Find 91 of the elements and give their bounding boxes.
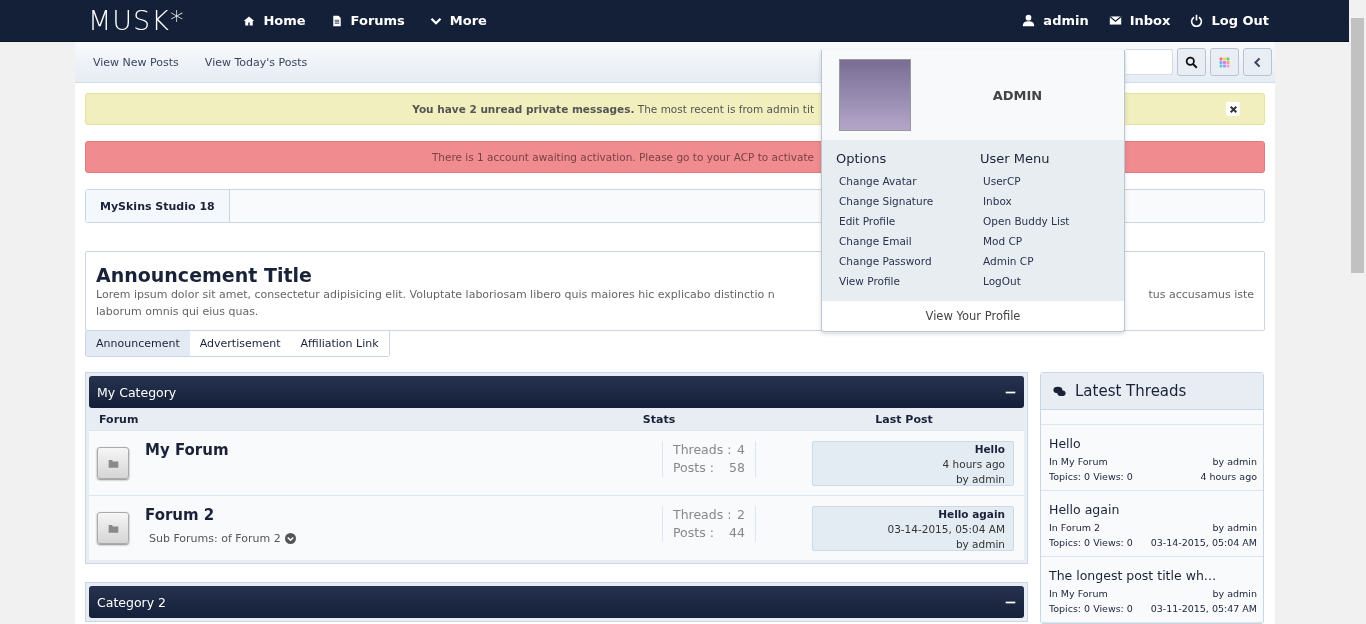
thread-author: by admin [1212,521,1257,535]
nav-link[interactable]: Forums [317,0,417,41]
color-grid-icon [1218,55,1231,69]
stat-label: Posts : [673,459,714,477]
breadcrumb-link[interactable]: MySkins Studio 18 [86,190,230,222]
announcement-text: tus accusamus iste [1148,287,1254,303]
thread-author: by admin [1212,455,1257,469]
last-post-author: by admin [955,538,1005,550]
view-profile-link[interactable]: View Your Profile [822,301,1124,331]
chevron-circle-down-icon[interactable] [284,533,296,544]
close-button[interactable] [1226,102,1240,116]
stat-value: 44 [729,524,745,542]
nav-link[interactable]: More [416,0,499,41]
thread-forum: In My Forum [1049,587,1108,601]
envelope-icon [1108,14,1122,27]
thread-title[interactable]: Hello [1049,434,1257,454]
announcement-title: Announcement Title [96,264,312,286]
home-icon [243,14,256,27]
thread-author: by admin [1212,587,1257,601]
menu-item[interactable]: View Profile [836,271,980,291]
stat-value: 4 [737,441,745,459]
stat-value: 2 [737,506,745,524]
column-header: Forum [99,413,140,425]
menu-item[interactable]: Open Buddy List [980,211,1124,231]
menu-section-title: User Menu [980,151,1051,166]
menu-item[interactable]: Admin CP [980,251,1124,271]
menu-item[interactable]: Edit Profile [836,211,980,231]
nav-link[interactable]: Home [230,0,318,41]
sub-nav-link[interactable]: View Today's Posts [204,55,308,69]
last-post-title[interactable]: Hello [974,443,1005,455]
user-icon [1022,14,1036,27]
menu-item[interactable]: LogOut [980,271,1124,291]
panel-title: Latest Threads [1075,382,1187,400]
last-post-time: 4 hours ago [942,458,1005,470]
alert-message: You have 2 unread private messages. The most recent is from admin tit [412,103,814,115]
column-header: Last Post [874,413,934,425]
color-picker-button[interactable] [1210,48,1239,76]
search-field[interactable] [1126,49,1173,75]
announcement-text: laborum omnis qui eius quas. [96,304,259,320]
announcement-text: Lorem ipsum dolor sit amet, consectetur adipisicing elit. Voluptate laboriosam libero quis maiores hic explicabo distinctio n [96,287,775,303]
user-link[interactable]: admin [1022,13,1089,28]
menu-item[interactable]: Inbox [980,191,1124,211]
thread-time: 03-11-2015, 05:47 AM [1150,602,1257,616]
last-post-title[interactable]: Hello again [938,508,1005,520]
user-link[interactable]: Log Out [1190,13,1269,28]
document-icon [330,14,343,27]
subforums-link[interactable]: Sub Forums: of Forum 2 [149,532,281,545]
stat-label: Threads : [673,506,732,524]
last-post-time: 03-14-2015, 05:04 AM [887,523,1005,535]
category-title: My Category [97,384,178,400]
menu-item[interactable]: Change Email [836,231,980,251]
chevron-left-icon [1252,56,1263,68]
search-icon [1185,55,1198,69]
thread-time: 4 hours ago [1200,470,1257,484]
menu-item[interactable]: Change Avatar [836,171,980,191]
thread-forum: In My Forum [1049,455,1108,469]
sub-nav-link[interactable]: View New Posts [93,55,179,69]
close-icon [1228,104,1238,114]
collapse-button[interactable] [1243,48,1272,76]
power-icon [1190,14,1204,27]
thread-counts: Topics: 0 Views: 0 [1049,536,1133,550]
search-button[interactable] [1177,48,1206,76]
stat-value: 58 [729,459,745,477]
thread-counts: Topics: 0 Views: 0 [1049,470,1133,484]
thread-forum: In Forum 2 [1049,521,1101,535]
stat-label: Posts : [673,524,714,542]
stat-label: Threads : [673,441,732,459]
alert-message: There is 1 account awaiting activation. Please go to your ACP to activate [431,151,814,163]
thread-time: 03-14-2015, 05:04 AM [1150,536,1257,550]
scrollbar-thumb[interactable] [1351,18,1364,273]
thread-counts: Topics: 0 Views: 0 [1049,602,1133,616]
thread-title[interactable]: The longest post title wh… [1049,566,1257,586]
forum-name[interactable]: Forum 2 [145,506,662,524]
last-post-author: by admin [955,473,1005,485]
user-link[interactable]: Inbox [1108,13,1171,28]
menu-item[interactable]: Mod CP [980,231,1124,251]
menu-item[interactable]: UserCP [980,171,1124,191]
folder-icon [107,457,119,469]
menu-section-title: Options [836,151,888,166]
menu-item[interactable]: Change Signature [836,191,980,211]
menu-item[interactable]: Change Password [836,251,980,271]
category-title: Category 2 [97,594,168,610]
avatar-image [839,59,911,131]
folder-icon [107,522,119,534]
site-logo[interactable]: MUSK* [88,5,185,36]
forum-name[interactable]: My Forum [145,441,662,459]
thread-title[interactable]: Hello again [1049,500,1257,520]
column-header: Stats [641,413,677,425]
announcement-tab[interactable]: Announcement [86,331,190,356]
username: ADMIN [991,87,1044,103]
speech-bubbles-icon [1053,384,1066,398]
